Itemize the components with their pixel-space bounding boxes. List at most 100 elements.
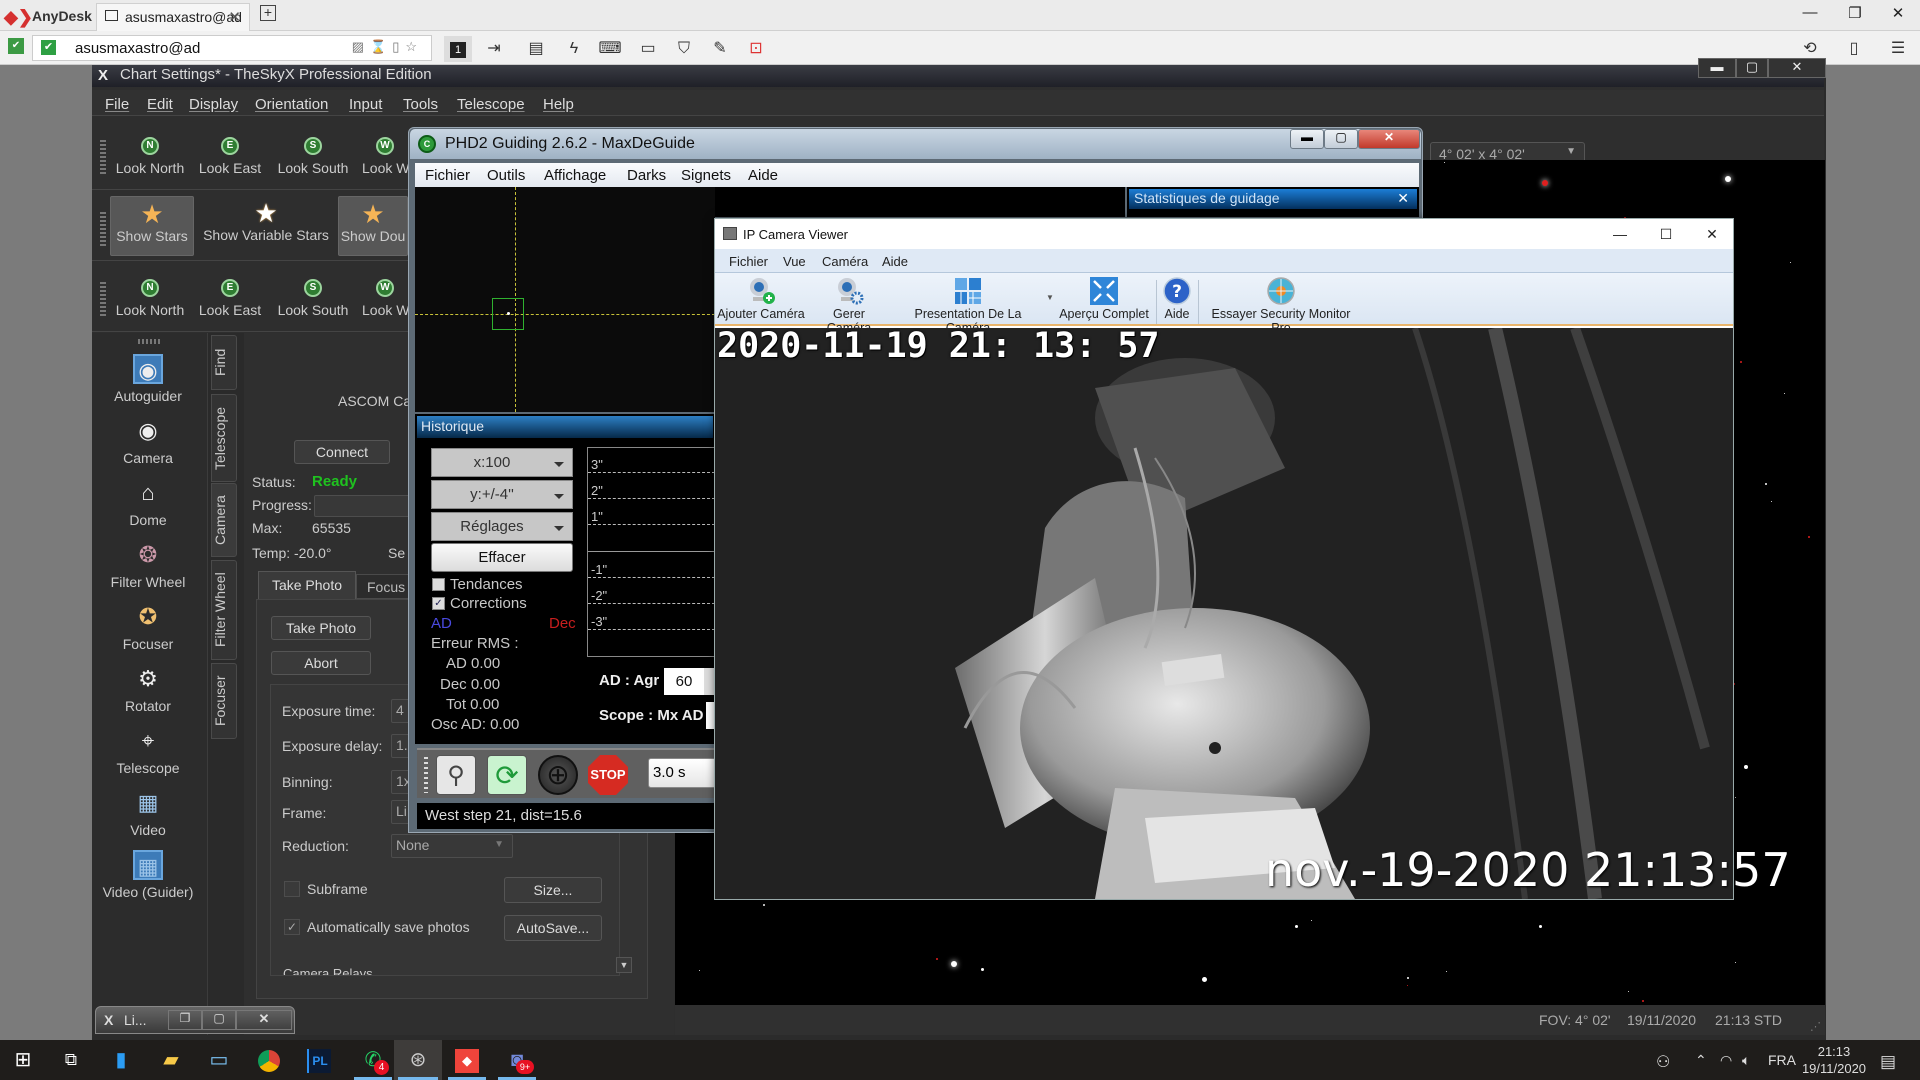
discord-icon[interactable]: ◙ 9+ <box>494 1040 540 1080</box>
task-view-icon[interactable]: ⧉ <box>48 1040 94 1080</box>
tab-focus[interactable]: Focus <box>356 574 416 599</box>
phone-icon[interactable]: ▮ <box>98 1040 144 1080</box>
theskyx-icon[interactable]: ⊛ <box>394 1040 442 1080</box>
phd-menu-affichage[interactable]: Affichage <box>544 167 606 184</box>
keyboard-icon[interactable]: ⌨ <box>596 36 624 62</box>
exposure-select[interactable]: 3.0 s <box>648 758 715 788</box>
sidebar-item-telescope[interactable]: ⌖ Telescope <box>100 726 196 776</box>
menu-input[interactable]: Input <box>349 96 382 113</box>
minimize-button[interactable]: — <box>1790 4 1830 28</box>
skyx-maximize-button[interactable]: ▢ <box>1736 58 1768 78</box>
loop-icon[interactable]: ⟳ <box>487 755 527 795</box>
address-bar[interactable]: ✔ asusmaxastro@ad ▨⌛▯☆ <box>32 35 432 61</box>
toolbar-grip[interactable] <box>424 757 428 793</box>
remote-desktop-icon[interactable]: ▭ <box>196 1040 242 1080</box>
menu-telescope[interactable]: Telescope <box>457 96 525 113</box>
phd-menu-darks[interactable]: Darks <box>627 167 666 184</box>
minimized-child-window[interactable]: X Li... ❐ ▢ ✕ <box>95 1006 295 1034</box>
sidebar-item-filter-wheel[interactable]: ❂ Filter Wheel <box>100 540 196 590</box>
show-stars-button[interactable]: ★ Show Stars <box>110 196 194 256</box>
y-scale-select[interactable]: y:+/-4'' <box>431 480 573 509</box>
menu-orientation[interactable]: Orientation <box>255 96 328 113</box>
file-explorer-icon[interactable]: ▰ <box>148 1040 194 1080</box>
menu-file[interactable]: File <box>105 96 129 113</box>
chrome-icon[interactable] <box>246 1040 292 1080</box>
connect-gear-icon[interactable]: ⚲ <box>436 755 476 795</box>
ipcam-menu-camera[interactable]: Caméra <box>822 254 868 269</box>
system-clock[interactable]: 21:13 19/11/2020 <box>1800 1043 1868 1077</box>
stop-icon[interactable]: STOP <box>588 755 628 795</box>
tab-find[interactable]: Find <box>211 335 237 390</box>
guide-target-icon[interactable]: ⊕ <box>538 755 578 795</box>
settings-select[interactable]: Réglages <box>431 512 573 541</box>
address-input[interactable]: asusmaxastro@ad <box>75 40 200 57</box>
show-double-stars-button[interactable]: ★ Show Dou <box>338 196 408 256</box>
toolbar-grip[interactable] <box>100 140 106 176</box>
sidebar-item-autoguider[interactable]: ◉ Autoguider <box>100 354 196 404</box>
privacy-icon[interactable]: ⛉ <box>670 36 698 62</box>
corrections-checkbox[interactable]: ✓ <box>432 597 445 610</box>
skyx-minimize-button[interactable]: ▬ <box>1698 58 1736 78</box>
resize-grip-icon[interactable]: ⋰ <box>1810 1020 1821 1033</box>
anydesk-icon[interactable]: ◆ <box>444 1040 490 1080</box>
ra-aggr-input[interactable]: 60 <box>664 668 704 695</box>
whatsapp-icon[interactable]: ✆ 4 <box>350 1040 396 1080</box>
phd-menu-fichier[interactable]: Fichier <box>425 167 470 184</box>
volume-icon[interactable]: 🔈︎ <box>1742 1052 1750 1069</box>
display-icon[interactable]: ▭ <box>634 36 662 62</box>
language-indicator[interactable]: FRA <box>1768 1052 1796 1068</box>
guide-camera-image[interactable] <box>415 187 715 412</box>
ipcam-menu-fichier[interactable]: Fichier <box>729 254 768 269</box>
camera-feed[interactable] <box>715 328 1733 899</box>
try-security-monitor-button[interactable]: Essayer Security Monitor Pro <box>1205 276 1357 335</box>
ipcam-maximize-button[interactable]: ☐ <box>1643 219 1689 249</box>
menu-help[interactable]: Help <box>543 96 574 113</box>
connect-button[interactable]: Connect <box>294 440 390 464</box>
menu-icon[interactable]: ☰ <box>1884 36 1912 62</box>
sidebar-item-camera[interactable]: ◉ Camera <box>100 416 196 466</box>
phd-menu-outils[interactable]: Outils <box>487 167 525 184</box>
skyx-close-button[interactable]: ✕ <box>1768 58 1826 78</box>
record-icon[interactable]: ⊡ <box>742 36 770 62</box>
ipcam-minimize-button[interactable]: — <box>1597 219 1643 249</box>
restore-button[interactable]: ❐ <box>168 1010 202 1030</box>
phd-menu-signets[interactable]: Signets <box>681 167 731 184</box>
toolbar-grip[interactable] <box>100 212 106 248</box>
ipcam-menu-vue[interactable]: Vue <box>783 254 806 269</box>
close-icon[interactable]: ✕ <box>1397 190 1409 207</box>
close-button[interactable]: ✕ <box>236 1010 292 1030</box>
phd2-close-button[interactable]: ✕ <box>1358 129 1420 149</box>
whiteboard-icon[interactable]: ✎ <box>706 36 734 62</box>
fullscreen-button[interactable]: Aperçu Complet <box>1058 276 1150 321</box>
people-icon[interactable]: ⚇ <box>1656 1052 1670 1072</box>
show-variable-stars-button[interactable]: ★ Show Variable Stars <box>202 199 330 259</box>
sidebar-grip[interactable] <box>138 339 162 344</box>
look-south-button[interactable]: S Look South <box>272 135 354 176</box>
phd2-minimize-button[interactable]: ▬ <box>1290 129 1324 149</box>
close-tab-icon[interactable]: ✕ <box>228 8 241 26</box>
show-hidden-icons-icon[interactable]: ⌃ <box>1695 1052 1707 1069</box>
menu-tools[interactable]: Tools <box>403 96 438 113</box>
look-east-button[interactable]: E Look East <box>195 135 265 176</box>
ipcam-menu-aide[interactable]: Aide <box>882 254 908 269</box>
reduction-select[interactable]: None ▼ <box>391 834 513 858</box>
chat-icon[interactable]: ▤ <box>522 36 550 62</box>
toolbar-grip[interactable] <box>100 282 106 318</box>
restore-button[interactable]: ❐ <box>1835 4 1875 28</box>
size-button[interactable]: Size... <box>504 877 602 903</box>
tab-camera[interactable]: Camera <box>211 483 237 557</box>
menu-display[interactable]: Display <box>189 96 238 113</box>
tab-filter-wheel[interactable]: Filter Wheel <box>211 560 237 660</box>
abort-button[interactable]: Abort <box>271 651 371 675</box>
sidebar-item-rotator[interactable]: ⚙ Rotator <box>100 664 196 714</box>
add-camera-button[interactable]: Ajouter Caméra <box>716 276 806 321</box>
anydesk-session-tab[interactable]: asusmaxastro@ad ✕ <box>96 3 250 31</box>
pl-app-icon[interactable]: PL <box>296 1040 342 1080</box>
close-button[interactable]: ✕ <box>1878 4 1918 28</box>
look-west-button-2[interactable]: W Look W <box>362 277 408 318</box>
tab-focuser[interactable]: Focuser <box>211 663 237 739</box>
action-center-icon[interactable]: ▤ <box>1880 1052 1896 1072</box>
start-icon[interactable]: ⊞ <box>0 1040 46 1080</box>
layout-dropdown-arrow-icon[interactable]: ▼ <box>1046 293 1054 302</box>
x-scale-select[interactable]: x:100 <box>431 448 573 477</box>
